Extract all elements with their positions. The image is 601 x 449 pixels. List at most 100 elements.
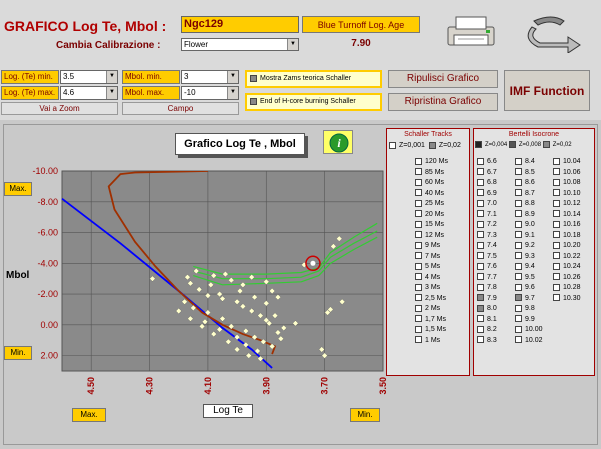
checkbox-item[interactable]: 10.16 bbox=[553, 220, 593, 231]
z-checkbox[interactable] bbox=[389, 141, 396, 149]
checkbox-item[interactable]: 9.2 bbox=[515, 241, 553, 252]
star-name-field[interactable]: Ngc129 bbox=[181, 16, 299, 33]
chevron-down-icon[interactable]: ▼ bbox=[287, 39, 298, 50]
checkbox-item[interactable]: 9.0 bbox=[515, 220, 553, 231]
checkbox-item[interactable]: 7.8 bbox=[477, 283, 515, 294]
checkbox[interactable] bbox=[477, 210, 484, 218]
checkbox-item[interactable]: 7.4 bbox=[477, 241, 515, 252]
checkbox[interactable] bbox=[415, 231, 422, 239]
checkbox[interactable] bbox=[553, 178, 560, 186]
checkbox[interactable] bbox=[415, 325, 422, 333]
checkbox-item[interactable]: 85 Ms bbox=[415, 168, 469, 179]
checkbox[interactable] bbox=[415, 199, 422, 207]
checkbox[interactable] bbox=[553, 231, 560, 239]
return-arrow-icon[interactable] bbox=[522, 11, 584, 53]
checkbox[interactable] bbox=[477, 262, 484, 270]
checkbox[interactable] bbox=[515, 315, 522, 323]
checkbox-item[interactable]: 6.9 bbox=[477, 189, 515, 200]
chevron-down-icon[interactable]: ▼ bbox=[227, 71, 238, 83]
printer-icon[interactable] bbox=[440, 13, 502, 51]
checkbox-item[interactable]: 40 Ms bbox=[415, 189, 469, 200]
checkbox[interactable] bbox=[515, 157, 522, 165]
logte-max-select[interactable]: 4.6 ▼ bbox=[60, 86, 118, 100]
checkbox-item[interactable]: 10.24 bbox=[553, 262, 593, 273]
checkbox[interactable] bbox=[477, 168, 484, 176]
checkbox[interactable] bbox=[553, 199, 560, 207]
checkbox-item[interactable]: 10.18 bbox=[553, 231, 593, 242]
checkbox-item[interactable]: 8.0 bbox=[477, 304, 515, 315]
checkbox[interactable] bbox=[515, 178, 522, 186]
checkbox[interactable] bbox=[477, 178, 484, 186]
checkbox[interactable] bbox=[477, 273, 484, 281]
calib-select[interactable]: Flower ▼ bbox=[181, 38, 299, 51]
checkbox[interactable] bbox=[415, 168, 422, 176]
checkbox[interactable] bbox=[515, 283, 522, 291]
checkbox-item[interactable]: 8.2 bbox=[477, 325, 515, 336]
checkbox-item[interactable]: 1,7 Ms bbox=[415, 315, 469, 326]
checkbox[interactable] bbox=[515, 336, 522, 344]
checkbox[interactable] bbox=[415, 157, 422, 165]
checkbox-item[interactable]: 10.04 bbox=[553, 157, 593, 168]
checkbox-item[interactable]: 6.7 bbox=[477, 168, 515, 179]
checkbox[interactable] bbox=[515, 199, 522, 207]
checkbox[interactable] bbox=[515, 168, 522, 176]
z-checkbox[interactable] bbox=[475, 140, 482, 148]
checkbox-item[interactable]: 120 Ms bbox=[415, 157, 469, 168]
checkbox[interactable] bbox=[477, 283, 484, 291]
checkbox-item[interactable]: 8.5 bbox=[515, 168, 553, 179]
checkbox[interactable] bbox=[477, 189, 484, 197]
checkbox-item[interactable]: 10.26 bbox=[553, 273, 593, 284]
checkbox[interactable] bbox=[553, 220, 560, 228]
checkbox-item[interactable]: 9 Ms bbox=[415, 241, 469, 252]
checkbox[interactable] bbox=[515, 252, 522, 260]
checkbox-item[interactable]: 7.1 bbox=[477, 210, 515, 221]
checkbox[interactable] bbox=[553, 273, 560, 281]
checkbox-item[interactable]: 60 Ms bbox=[415, 178, 469, 189]
checkbox-item[interactable]: 7.5 bbox=[477, 252, 515, 263]
mbol-min-select[interactable]: 3 ▼ bbox=[181, 70, 239, 84]
checkbox-item[interactable]: 10.02 bbox=[515, 336, 553, 347]
checkbox-item[interactable]: 9.5 bbox=[515, 273, 553, 284]
checkbox-item[interactable]: 9.6 bbox=[515, 283, 553, 294]
hcore-toggle[interactable]: End of H-core burning Schaller bbox=[245, 93, 382, 111]
imf-function-button[interactable]: IMF Function bbox=[504, 70, 590, 111]
checkbox[interactable] bbox=[477, 220, 484, 228]
checkbox[interactable] bbox=[415, 294, 422, 302]
checkbox[interactable] bbox=[553, 168, 560, 176]
checkbox[interactable] bbox=[477, 199, 484, 207]
checkbox[interactable] bbox=[415, 315, 422, 323]
checkbox[interactable] bbox=[415, 252, 422, 260]
checkbox-item[interactable]: 12 Ms bbox=[415, 231, 469, 242]
checkbox[interactable] bbox=[477, 336, 484, 344]
checkbox-item[interactable]: 6.8 bbox=[477, 178, 515, 189]
z-checkbox[interactable] bbox=[428, 141, 436, 149]
checkbox-item[interactable]: 5 Ms bbox=[415, 262, 469, 273]
checkbox[interactable] bbox=[553, 283, 560, 291]
checkbox[interactable] bbox=[477, 157, 484, 165]
chevron-down-icon[interactable]: ▼ bbox=[106, 87, 117, 99]
checkbox-item[interactable]: 2 Ms bbox=[415, 304, 469, 315]
checkbox-item[interactable]: 15 Ms bbox=[415, 220, 469, 231]
checkbox-item[interactable]: 6.6 bbox=[477, 157, 515, 168]
checkbox[interactable] bbox=[415, 336, 422, 344]
checkbox-item[interactable]: 10.14 bbox=[553, 210, 593, 221]
checkbox-item[interactable]: 9.7 bbox=[515, 294, 553, 305]
checkbox[interactable] bbox=[415, 220, 422, 228]
checkbox[interactable] bbox=[415, 241, 422, 249]
checkbox-item[interactable]: 10.30 bbox=[553, 294, 593, 305]
checkbox-item[interactable]: 10.20 bbox=[553, 241, 593, 252]
chevron-down-icon[interactable]: ▼ bbox=[106, 71, 117, 83]
checkbox[interactable] bbox=[553, 241, 560, 249]
checkbox-item[interactable]: 10.12 bbox=[553, 199, 593, 210]
checkbox[interactable] bbox=[477, 252, 484, 260]
chevron-down-icon[interactable]: ▼ bbox=[227, 87, 238, 99]
checkbox-item[interactable]: 9.4 bbox=[515, 262, 553, 273]
checkbox[interactable] bbox=[477, 294, 484, 302]
checkbox-item[interactable]: 8.7 bbox=[515, 189, 553, 200]
checkbox[interactable] bbox=[415, 273, 422, 281]
checkbox[interactable] bbox=[415, 262, 422, 270]
checkbox[interactable] bbox=[515, 241, 522, 249]
restore-chart-button[interactable]: Ripristina Grafico bbox=[388, 93, 498, 111]
checkbox-item[interactable]: 10.10 bbox=[553, 189, 593, 200]
checkbox-item[interactable]: 7.2 bbox=[477, 220, 515, 231]
